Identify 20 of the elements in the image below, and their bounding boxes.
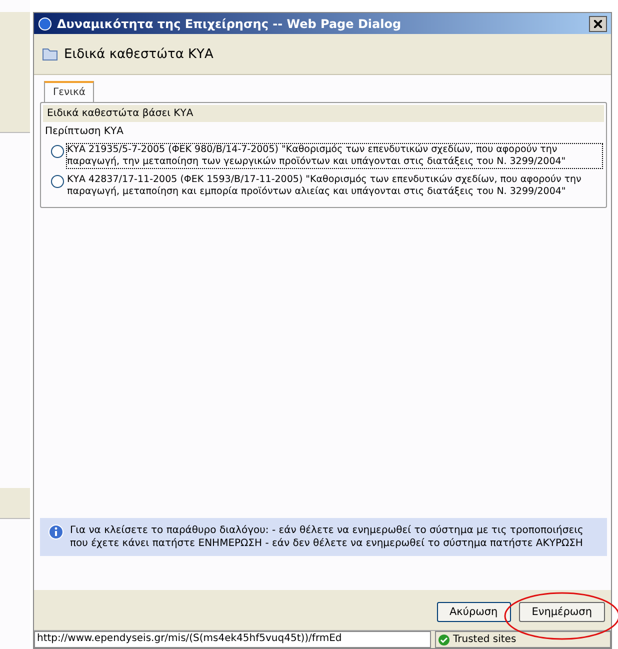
dialog-button[interactable]: Ακύρωση — [436, 602, 511, 622]
info-icon — [48, 524, 64, 540]
info-text: Για να κλείσετε το παράθυρο διαλόγου: - εάν θέλετε να ενημερωθεί το σύστημα με τις τροποποιήσεις που έχετε κάνει πατήστε ΕΝΗΜΕΡΩΣΗ - εάν δεν θέλετε να ενημερωθεί το σύστημα πατήστε ΑΚΥΡΩΣΗ — [70, 524, 584, 550]
tab[interactable]: Γενικά — [44, 81, 94, 102]
browser-icon — [38, 16, 52, 30]
window-title: Δυναμικότητα της Επιχείρησης -- Web Page Dialog — [57, 16, 402, 30]
check-icon — [438, 634, 450, 646]
status-url: http://www.ependyseis.gr/mis/(S(ms4ek45hf5vuq45t))/frmEd — [34, 631, 431, 648]
close-button[interactable] — [589, 16, 607, 32]
close-icon — [594, 20, 602, 28]
group-title: Ειδικά καθεστώτα βάσει ΚΥΑ — [43, 105, 604, 122]
field-label: Περίπτωση ΚΥΑ — [44, 125, 124, 139]
radio-button[interactable] — [51, 145, 64, 158]
folder-icon — [42, 47, 58, 61]
dialog-button[interactable]: Ενημέρωση — [518, 602, 605, 622]
radio-label[interactable]: ΚΥΑ 42837/17-11-2005 (ΦΕΚ 1593/Β/17-11-2005) "Καθορισμός των επενδυτικών σχεδίων, που αφορούν την παραγωγή, μεταποίηση και εμπορία προϊόντων αλιείας και υπάγονται στις διατάξεις του Ν. 3299/2004" — [67, 174, 602, 198]
radio-label[interactable]: ΚΥΑ 21935/5-7-2005 (ΦΕΚ 980/Β/14-7-2005) "Καθορισμός των επενδυτικών σχεδίων, που αφορούν την παραγωγή, την μεταποίηση των γεωργικών προϊόντων και υπάγονται στις διατάξεις του Ν. 3299/2004" — [67, 144, 602, 168]
radio-button[interactable] — [51, 175, 64, 188]
zone-label: Trusted sites — [453, 634, 516, 645]
dialog-heading: Ειδικά καθεστώτα ΚΥΑ — [64, 46, 214, 62]
